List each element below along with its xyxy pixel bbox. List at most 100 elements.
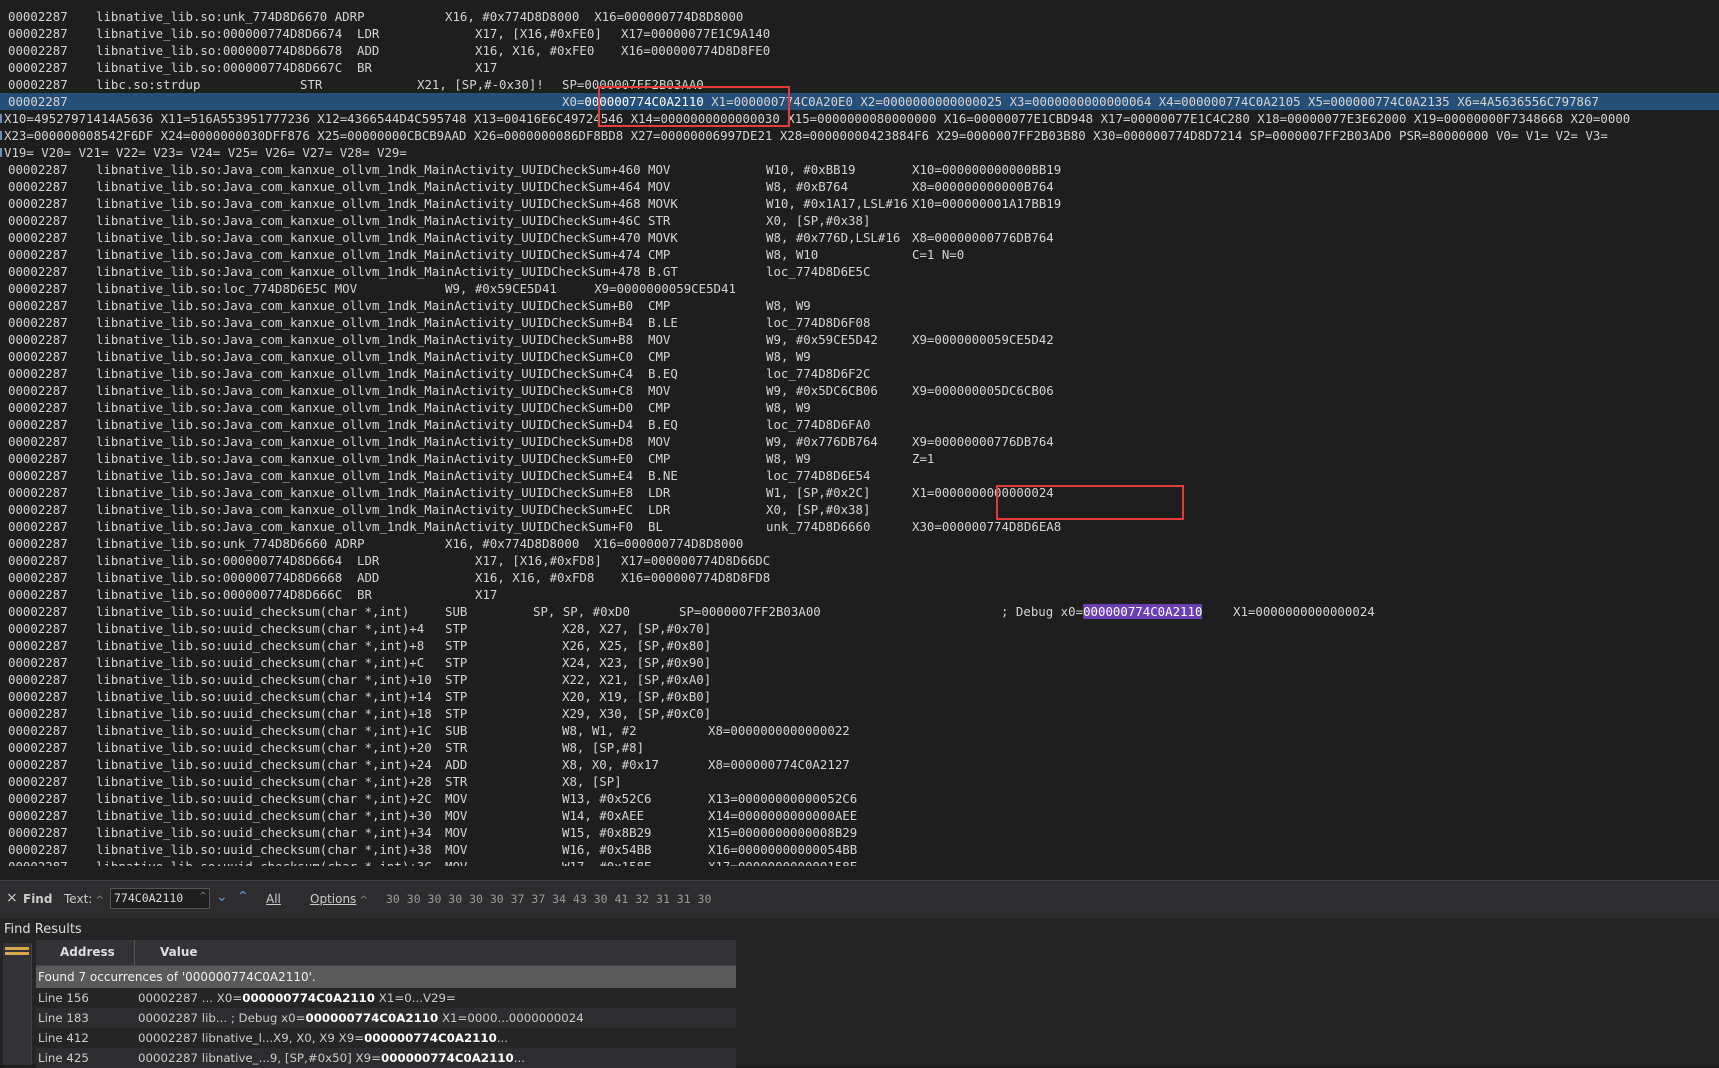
trace-line[interactable]: 00002287libnative_lib.so:Java_com_kanxue… <box>0 484 1719 501</box>
register-values: X23=000000008542F6DF X24=0000000030DFF87… <box>4 128 1608 143</box>
result-row[interactable]: Line 425 00002287 libnative_...9, [SP,#0x… <box>36 1048 736 1068</box>
trace-line[interactable]: 00002287 libnative_lib.so:uuid_checksum(c… <box>0 671 1719 688</box>
result: X17=00000077E1C9A140 <box>621 26 771 41</box>
trace-line[interactable]: 00002287libnative_lib.so:Java_com_kanxue… <box>0 365 1719 382</box>
find-previous-icon[interactable]: ⌃ <box>237 889 249 905</box>
result-text: ... <box>496 1031 509 1045</box>
result-row[interactable]: Line 183 00002287 lib... ; Debug x0=00000… <box>36 1008 736 1028</box>
trace-line[interactable]: 00002287 libnative_lib.so:uuid_checksum(c… <box>0 705 1719 722</box>
trace-line[interactable]: 00002287 libnative_lib.so:uuid_checksum(c… <box>0 756 1719 773</box>
search-input[interactable]: 774C0A2110 ^ <box>110 888 210 909</box>
trace-line[interactable]: 00002287libnative_lib.so:Java_com_kanxue… <box>0 229 1719 246</box>
history-arrow-icon[interactable]: ^ <box>200 891 206 902</box>
trace-line[interactable]: 00002287libnative_lib.so:Java_com_kanxue… <box>0 178 1719 195</box>
find-next-icon[interactable]: ⌄ <box>216 889 228 905</box>
mnemonic: STP <box>445 672 468 687</box>
trace-line[interactable]: 00002287 libnative_lib.so:uuid_checksum(c… <box>0 807 1719 824</box>
close-icon[interactable]: × <box>6 890 18 906</box>
thread-id: 00002287 <box>8 519 68 534</box>
dropdown-arrow-icon[interactable]: ^ <box>92 895 103 906</box>
result: X1=0000000000000024 <box>912 485 1054 500</box>
trace-view[interactable]: 00002287 libnative_lib.so:Java_com_kanxue… <box>0 0 1719 880</box>
symbol: libnative_lib.so:uuid_checksum(char *,in… <box>96 858 432 866</box>
mnemonic: STR <box>648 213 671 228</box>
mnemonic: MOV <box>648 332 671 347</box>
trace-line[interactable]: 00002287 libnative_lib.so:uuid_checksum(c… <box>0 620 1719 637</box>
trace-line[interactable]: 00002287libnative_lib.so:Java_com_kanxue… <box>0 161 1719 178</box>
result-value: 00002287 libnative_l...X9, X0, X9 X9=000… <box>138 1028 508 1048</box>
trace-line[interactable]: 00002287libnative_lib.so:Java_com_kanxue… <box>0 195 1719 212</box>
mnemonic: MOVK <box>648 196 678 211</box>
trace-line[interactable]: 00002287 libnative_lib.so:unk_774D8D6670 … <box>0 8 1719 25</box>
trace-line[interactable]: 00002287 libnative_lib.so:000000774D8D667… <box>0 59 1719 76</box>
trace-line[interactable]: 00002287 libnative_lib.so:000000774D8D666… <box>0 586 1719 603</box>
find-all-button[interactable]: All <box>266 892 281 906</box>
trace-line[interactable]: V19= V20= V21= V22= V23= V24= V25= V26= … <box>0 144 1719 161</box>
column-value[interactable]: Value <box>160 945 198 959</box>
trace-line[interactable]: 00002287 libnative_lib.so:uuid_checksum(c… <box>0 654 1719 671</box>
operands: W9, #0x776DB764 <box>766 434 878 449</box>
trace-line[interactable]: 00002287libnative_lib.so:Java_com_kanxue… <box>0 331 1719 348</box>
options-button[interactable]: Options ^ <box>310 892 368 906</box>
operands: W8, #0x776D,LSL#16 <box>766 230 901 245</box>
result-row[interactable]: Line 156 00002287 ... X0=000000774C0A2110… <box>36 988 736 1008</box>
trace-line[interactable]: X10=49527971414A5636 X11=516A55395177723… <box>0 110 1719 127</box>
mnemonic: STR <box>445 774 468 789</box>
thread-id: 00002287 <box>8 94 68 109</box>
operands: W8, W10 <box>766 247 819 262</box>
result-match: 000000774C0A2110 <box>381 1051 514 1065</box>
trace-line[interactable]: 00002287 libnative_lib.so:unk_774D8D6660 … <box>0 535 1719 552</box>
trace-line[interactable]: 00002287libnative_lib.so:Java_com_kanxue… <box>0 433 1719 450</box>
thread-id: 00002287 <box>8 9 68 24</box>
trace-line[interactable]: 00002287 libnative_lib.so:uuid_checksum(c… <box>0 841 1719 858</box>
trace-line[interactable]: 00002287 libnative_lib.so:000000774D8D666… <box>0 552 1719 569</box>
trace-line[interactable]: X23=000000008542F6DF X24=0000000030DFF87… <box>0 127 1719 144</box>
result-row[interactable]: Line 412 00002287 libnative_l...X9, X0, X… <box>36 1028 736 1048</box>
trace-line[interactable]: 00002287 libnative_lib.so:uuid_checksum(c… <box>0 722 1719 739</box>
trace-line[interactable]: 00002287libnative_lib.so:Java_com_kanxue… <box>0 246 1719 263</box>
trace-line[interactable]: 00002287 libnative_lib.so:uuid_checksum(c… <box>0 739 1719 756</box>
trace-line[interactable]: 00002287libnative_lib.so:Java_com_kanxue… <box>0 467 1719 484</box>
thread-id: 00002287 <box>8 60 68 75</box>
mnemonic: SUB <box>445 604 468 619</box>
trace-line[interactable]: 00002287 libnative_lib.so:uuid_checksum(c… <box>0 824 1719 841</box>
trace-line[interactable]: 00002287libnative_lib.so:Java_com_kanxue… <box>0 0 1719 8</box>
symbol: libnative_lib.so:Java_com_kanxue_ollvm_1… <box>96 298 634 313</box>
trace-line[interactable]: 00002287libnative_lib.so:Java_com_kanxue… <box>0 450 1719 467</box>
operands: X16, X16, #0xFE0 <box>475 43 595 58</box>
trace-line[interactable]: 00002287libnative_lib.so:Java_com_kanxue… <box>0 212 1719 229</box>
trace-line[interactable]: 00002287 libnative_lib.so:000000774D8D666… <box>0 569 1719 586</box>
operands: loc_774D8D6FA0 <box>766 417 871 432</box>
trace-line[interactable]: 00002287libnative_lib.so:Java_com_kanxue… <box>0 297 1719 314</box>
trace-line[interactable]: 00002287 libnative_lib.so:000000774D8D667… <box>0 42 1719 59</box>
trace-line[interactable]: 00002287 libnative_lib.so:uuid_checksum(c… <box>0 790 1719 807</box>
trace-line[interactable]: 00002287 libnative_lib.so:uuid_checksum(c… <box>0 773 1719 790</box>
trace-line[interactable]: 00002287 libnative_lib.so:uuid_checksum(c… <box>0 688 1719 705</box>
mnemonic: MOV <box>648 162 671 177</box>
symbol: libnative_lib.so:uuid_checksum(char *,in… <box>96 706 432 721</box>
trace-line[interactable]: 00002287 libnative_lib.so:uuid_checksum(c… <box>0 858 1719 866</box>
trace-line[interactable]: 00002287libnative_lib.so:Java_com_kanxue… <box>0 501 1719 518</box>
trace-line[interactable]: 00002287 libnative_lib.so:uuid_checksum(c… <box>0 637 1719 654</box>
trace-line[interactable]: 00002287 X0=000000774C0A2110 X1=000000774… <box>0 93 1719 110</box>
result: X17=000000774D8D66DC <box>621 553 771 568</box>
mnemonic: B.NE <box>648 468 678 483</box>
trace-line[interactable]: 00002287libnative_lib.so:Java_com_kanxue… <box>0 382 1719 399</box>
trace-line[interactable]: 00002287 libnative_lib.so:uuid_checksum(c… <box>0 603 1719 620</box>
trace-line[interactable]: 00002287 libnative_lib.so:000000774D8D667… <box>0 25 1719 42</box>
trace-line[interactable]: 00002287 libnative_lib.so:Java_com_kanxue… <box>0 518 1719 535</box>
mnemonic: LDR <box>357 26 380 41</box>
operands: W8, W9 <box>766 349 811 364</box>
trace-line[interactable]: 00002287libnative_lib.so:Java_com_kanxue… <box>0 314 1719 331</box>
results-summary[interactable]: Found 7 occurrences of '000000774C0A2110… <box>36 966 736 988</box>
thread-id: 00002287 <box>8 26 68 41</box>
trace-line[interactable]: 00002287libnative_lib.so:Java_com_kanxue… <box>0 416 1719 433</box>
trace-line[interactable]: 00002287libnative_lib.so:Java_com_kanxue… <box>0 348 1719 365</box>
trace-line[interactable]: 00002287libnative_lib.so:Java_com_kanxue… <box>0 263 1719 280</box>
column-address[interactable]: Address <box>60 945 115 959</box>
symbol: libnative_lib.so:Java_com_kanxue_ollvm_1… <box>96 519 634 534</box>
trace-line[interactable]: 00002287libnative_lib.so:Java_com_kanxue… <box>0 399 1719 416</box>
trace-line[interactable]: 00002287 libc.so:strdup STR X21, [SP,#-0x30… <box>0 76 1719 93</box>
operands: W1, [SP,#0x2C] <box>766 485 871 500</box>
trace-line[interactable]: 00002287 libnative_lib.so:loc_774D8D6E5C … <box>0 280 1719 297</box>
